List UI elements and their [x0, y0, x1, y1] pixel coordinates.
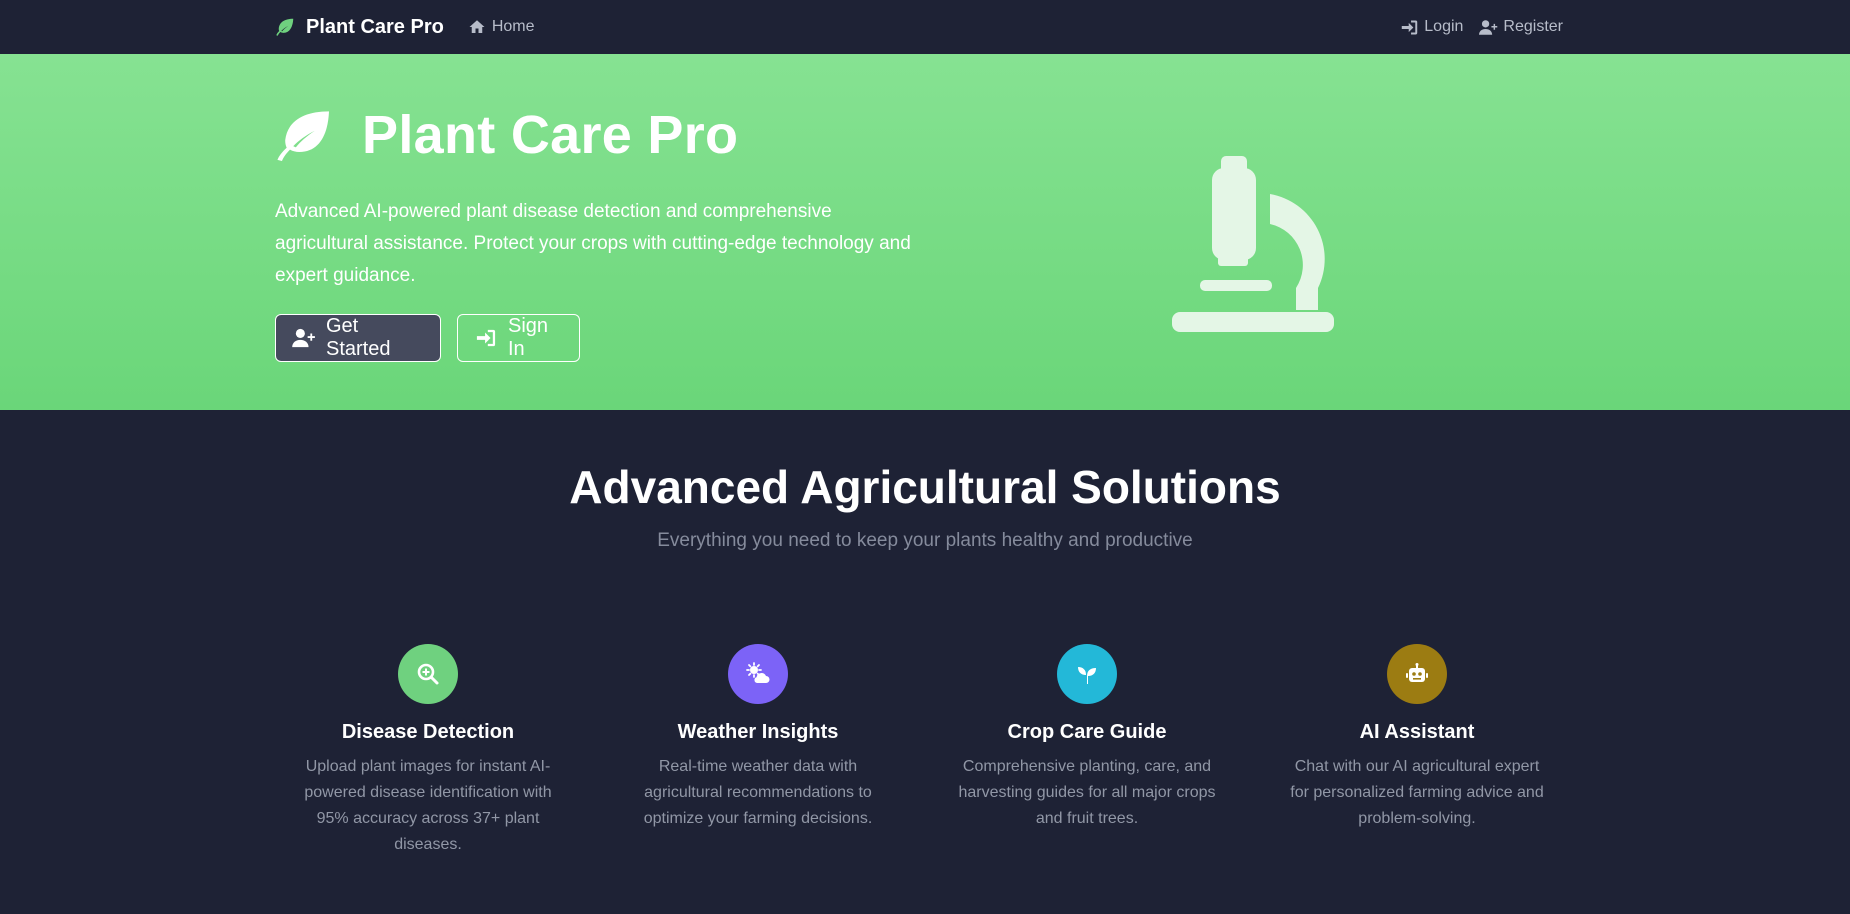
nav-register-link[interactable]: Register	[1479, 18, 1563, 36]
card-description: Comprehensive planting, care, and harves…	[958, 758, 1216, 827]
features-subtitle: Everything you need to keep your plants …	[657, 530, 1193, 551]
card-title: AI Assistant	[1359, 721, 1475, 743]
sign-in-label: Sign In	[508, 315, 549, 360]
sign-in-icon	[474, 328, 498, 348]
card-description: Chat with our AI agricultural expert for…	[1290, 758, 1544, 827]
hero-description: Advanced AI-powered plant disease detect…	[275, 201, 911, 286]
leaf-icon	[274, 16, 296, 38]
nav-register-label: Register	[1503, 18, 1563, 35]
feature-card-crop-care-guide: Crop Care Guide Comprehensive planting, …	[947, 644, 1227, 832]
card-title: Crop Care Guide	[1007, 721, 1167, 743]
leaf-icon	[274, 109, 332, 161]
user-plus-icon	[292, 328, 316, 348]
nav-home-link[interactable]: Home	[468, 18, 535, 36]
sign-in-button[interactable]: Sign In	[457, 314, 580, 362]
home-icon	[468, 18, 486, 36]
brand-name: Plant Care Pro	[306, 15, 444, 38]
card-description: Real-time weather data with agricultural…	[643, 758, 873, 827]
feature-card-weather-insights: Weather Insights Real-time weather data …	[618, 644, 898, 832]
brand-link[interactable]: Plant Care Pro	[274, 16, 444, 39]
robot-icon	[1405, 662, 1429, 686]
user-plus-icon	[1479, 19, 1498, 36]
hero-heading: Plant Care Pro	[274, 104, 738, 166]
card-icon-circle	[728, 644, 788, 704]
get-started-label: Get Started	[326, 315, 391, 360]
card-title: Weather Insights	[677, 721, 839, 743]
top-navbar: Plant Care Pro Home Login Register	[0, 0, 1850, 54]
nav-auth-links: Login Register	[1400, 18, 1563, 36]
card-icon-circle	[1387, 644, 1447, 704]
nav-home-label: Home	[491, 18, 535, 35]
feature-card-disease-detection: Disease Detection Upload plant images fo…	[288, 644, 568, 858]
microscope-icon	[1170, 150, 1334, 368]
card-description: Upload plant images for instant AI-power…	[304, 758, 552, 853]
seedling-icon	[1075, 662, 1099, 686]
magnifier-plus-icon	[416, 662, 440, 686]
nav-login-link[interactable]: Login	[1400, 18, 1463, 36]
card-icon-circle	[398, 644, 458, 704]
feature-card-ai-assistant: AI Assistant Chat with our AI agricultur…	[1277, 644, 1557, 832]
get-started-button[interactable]: Get Started	[275, 314, 441, 362]
card-title: Disease Detection	[341, 721, 515, 743]
card-icon-circle	[1057, 644, 1117, 704]
features-title: Advanced Agricultural Solutions	[569, 461, 1281, 513]
hero-title: Plant Care Pro	[362, 105, 739, 165]
cloud-sun-icon	[746, 662, 770, 686]
hero-section: Plant Care Pro Advanced AI-powered plant…	[0, 54, 1850, 410]
navbar-container: Plant Care Pro Home Login Register	[274, 0, 1563, 54]
nav-login-label: Login	[1424, 18, 1464, 35]
sign-in-icon	[1400, 19, 1419, 36]
